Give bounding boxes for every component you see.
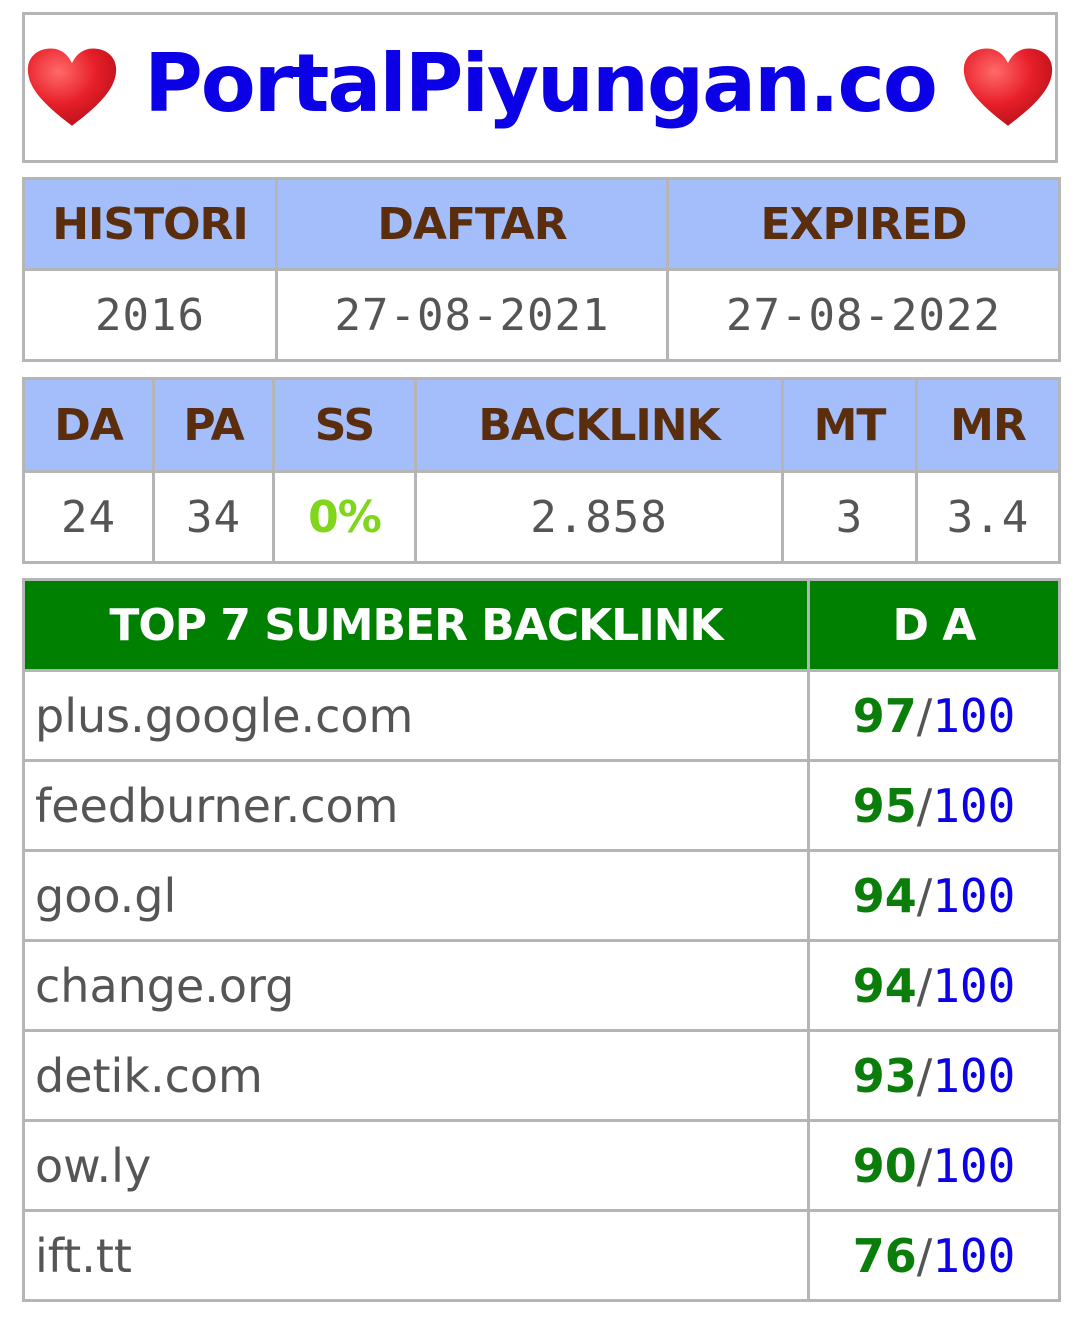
score-value: 95 [852,778,917,833]
header-da-score: D A [807,578,1061,672]
heart-icon [27,47,117,126]
score-separator: / [916,1228,933,1283]
header-ss: SS [272,377,417,473]
site-title[interactable]: PortalPiyungan.co [144,43,938,124]
score-value: 93 [852,1048,917,1103]
value-backlink: 2.858 [414,470,784,564]
table-row: goo.gl 94/100 [22,849,1061,942]
value-histori: 2016 [22,268,278,362]
score-separator: / [916,958,933,1013]
backlink-score: 93/100 [807,1029,1061,1122]
score-value: 76 [852,1228,917,1283]
backlink-domain[interactable]: feedburner.com [22,759,810,852]
header-expired: EXPIRED [666,177,1061,271]
heart-icon [963,47,1053,126]
score-separator: / [916,1048,933,1103]
score-value: 97 [852,688,917,743]
backlink-score: 94/100 [807,939,1061,1032]
backlink-score: 94/100 [807,849,1061,942]
header-da: DA [22,377,155,473]
score-max: 100 [932,1048,1016,1103]
score-max: 100 [932,778,1016,833]
score-value: 94 [852,958,917,1013]
table-row: plus.google.com 97/100 [22,669,1061,762]
header-histori: HISTORI [22,177,278,271]
score-value: 90 [852,1138,917,1193]
value-expired: 27-08-2022 [666,268,1061,362]
metrics-header-row: DA PA SS BACKLINK MT MR [22,377,1061,473]
header-backlink: BACKLINK [414,377,784,473]
backlink-domain[interactable]: change.org [22,939,810,1032]
backlink-score: 90/100 [807,1119,1061,1212]
score-max: 100 [932,1138,1016,1193]
info-value-row: 2016 27-08-2021 27-08-2022 [22,268,1061,362]
header-pa: PA [152,377,275,473]
backlink-domain[interactable]: plus.google.com [22,669,810,762]
table-row: change.org 94/100 [22,939,1061,1032]
metrics-table: DA PA SS BACKLINK MT MR 24 34 0% 2.858 3… [22,377,1061,564]
table-row: feedburner.com 95/100 [22,759,1061,852]
header-top-sources: TOP 7 SUMBER BACKLINK [22,578,810,672]
score-max: 100 [932,958,1016,1013]
backlink-score: 95/100 [807,759,1061,852]
table-row: detik.com 93/100 [22,1029,1061,1122]
backlink-score: 76/100 [807,1209,1061,1302]
info-header-row: HISTORI DAFTAR EXPIRED [22,177,1061,271]
value-ss: 0% [272,470,417,564]
backlink-score: 97/100 [807,669,1061,762]
header-daftar: DAFTAR [275,177,669,271]
metrics-value-row: 24 34 0% 2.858 3 3.4 [22,470,1061,564]
backlinks-table: TOP 7 SUMBER BACKLINK D A plus.google.co… [22,578,1061,1302]
score-separator: / [916,688,933,743]
table-row: ift.tt 76/100 [22,1209,1061,1302]
info-table: HISTORI DAFTAR EXPIRED 2016 27-08-2021 2… [22,177,1061,362]
title-box: PortalPiyungan.co [22,12,1058,163]
score-max: 100 [932,688,1016,743]
score-max: 100 [932,868,1016,923]
value-daftar: 27-08-2021 [275,268,669,362]
header-mt: MT [781,377,918,473]
header-mr: MR [915,377,1061,473]
score-separator: / [916,1138,933,1193]
score-separator: / [916,868,933,923]
backlink-domain[interactable]: ow.ly [22,1119,810,1212]
value-pa: 34 [152,470,275,564]
value-mr: 3.4 [915,470,1061,564]
score-separator: / [916,778,933,833]
backlink-domain[interactable]: ift.tt [22,1209,810,1302]
value-mt: 3 [781,470,918,564]
value-da: 24 [22,470,155,564]
score-value: 94 [852,868,917,923]
table-row: ow.ly 90/100 [22,1119,1061,1212]
score-max: 100 [932,1228,1016,1283]
backlink-domain[interactable]: detik.com [22,1029,810,1122]
backlinks-header-row: TOP 7 SUMBER BACKLINK D A [22,578,1061,672]
backlink-domain[interactable]: goo.gl [22,849,810,942]
